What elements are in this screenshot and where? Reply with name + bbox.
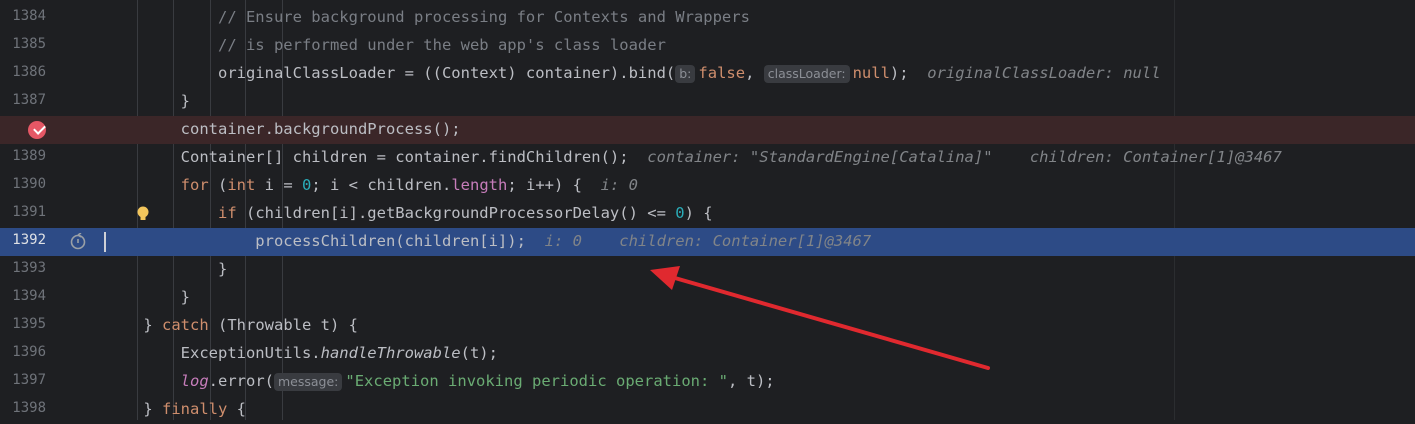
annotation-arrow [650, 266, 990, 370]
